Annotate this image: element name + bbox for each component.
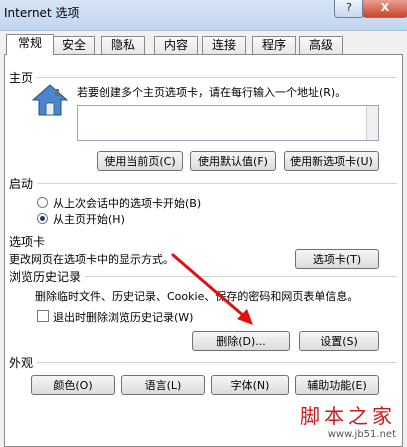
tab-connections[interactable]: 连接 — [202, 36, 246, 54]
general-panel: 主页 若要创建多个主页选项卡，请在每行输入一个地址(R)。 使用当前页(C) 使… — [4, 54, 403, 447]
title-bar: Internet 选项 ? X — [0, 0, 407, 31]
tab-advanced[interactable]: 高级 — [299, 36, 343, 54]
tab-content[interactable]: 内容 — [154, 36, 198, 54]
help-button[interactable]: ? — [334, 0, 364, 18]
tab-general[interactable]: 常规 — [6, 34, 54, 55]
tab-security[interactable]: 安全 — [53, 36, 95, 54]
tab-privacy[interactable]: 隐私 — [101, 36, 145, 54]
close-button[interactable]: X — [362, 0, 407, 18]
window-title: Internet 选项 — [4, 6, 80, 20]
annotation-arrow-icon — [171, 253, 253, 325]
tab-programs[interactable]: 程序 — [252, 36, 296, 54]
